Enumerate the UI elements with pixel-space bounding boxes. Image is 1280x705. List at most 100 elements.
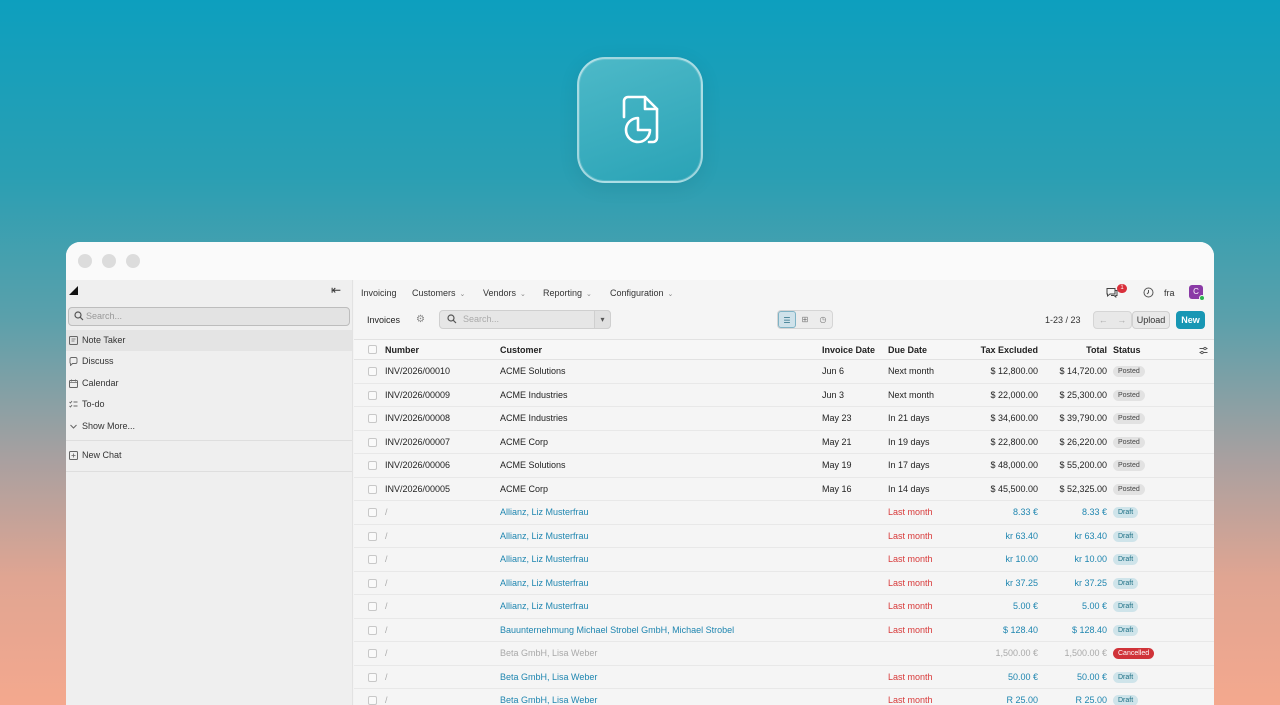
sidebar-item-note-taker[interactable]: Note Taker bbox=[66, 330, 352, 351]
sidebar-item-to-do[interactable]: To-do bbox=[66, 394, 352, 415]
new-button[interactable]: New bbox=[1176, 311, 1205, 329]
upload-button[interactable]: Upload bbox=[1132, 311, 1170, 329]
cell-number: / bbox=[385, 577, 388, 588]
status-badge: Draft bbox=[1113, 671, 1139, 683]
cell-tax-excluded: 1,500.00 € bbox=[995, 648, 1038, 658]
status-badge: Draft bbox=[1113, 577, 1139, 589]
menu-vendors[interactable]: Vendors ⌄ bbox=[483, 288, 526, 298]
cell-customer: ACME Corp bbox=[500, 483, 549, 494]
menu-configuration[interactable]: Configuration ⌄ bbox=[610, 288, 673, 298]
column-header-total[interactable]: Total bbox=[1038, 340, 1107, 361]
row-checkbox[interactable] bbox=[368, 437, 377, 447]
main-content: Invoicing Customers ⌄ Vendors ⌄ Reporting ⌄… bbox=[354, 280, 1214, 705]
cell-tax-excluded: kr 10.00 bbox=[1005, 554, 1038, 564]
list-view-icon[interactable]: ☰ bbox=[778, 311, 796, 328]
select-all-checkbox[interactable] bbox=[368, 345, 377, 354]
table-row[interactable]: INV/2026/00005 ACME Corp May 16 In 14 days $… bbox=[354, 478, 1214, 501]
cell-number: / bbox=[385, 695, 388, 705]
cell-number: / bbox=[385, 648, 388, 658]
sidebar-item-discuss[interactable]: Discuss bbox=[66, 351, 352, 372]
table-row[interactable]: / Allianz, Liz Musterfrau Last month 5.00 €… bbox=[354, 595, 1214, 619]
window-maximize-button[interactable] bbox=[126, 254, 140, 268]
checklist-icon bbox=[69, 400, 78, 408]
search-icon bbox=[74, 311, 84, 321]
table-row[interactable]: / Allianz, Liz Musterfrau Last month kr 10.… bbox=[354, 548, 1214, 572]
cell-tax-excluded: $ 22,000.00 bbox=[990, 389, 1038, 400]
table-row[interactable]: / Allianz, Liz Musterfrau Last month kr 37.… bbox=[354, 572, 1214, 595]
row-checkbox[interactable] bbox=[368, 508, 377, 517]
gear-icon[interactable]: ⚙ bbox=[416, 314, 425, 325]
cell-tax-excluded: R 25.00 bbox=[1006, 695, 1038, 705]
row-checkbox[interactable] bbox=[368, 625, 377, 635]
search-input[interactable]: Search... ▾ bbox=[439, 310, 611, 329]
table-row[interactable]: / Allianz, Liz Musterfrau Last month kr 63.… bbox=[354, 525, 1214, 548]
pager-previous-icon[interactable]: ← bbox=[1099, 315, 1108, 325]
row-checkbox[interactable] bbox=[368, 649, 377, 658]
table-row[interactable]: / Allianz, Liz Musterfrau Last month 8.33 €… bbox=[354, 501, 1214, 525]
row-checkbox[interactable] bbox=[368, 672, 377, 682]
menu-label: Invoicing bbox=[361, 288, 397, 298]
cell-customer: ACME Solutions bbox=[500, 460, 566, 470]
status-badge: Draft bbox=[1113, 507, 1139, 518]
cell-number: INV/2026/00006 bbox=[385, 460, 451, 470]
row-checkbox[interactable] bbox=[368, 367, 377, 376]
row-checkbox[interactable] bbox=[368, 484, 377, 494]
cell-number: / bbox=[385, 601, 388, 611]
column-header-due-date[interactable]: Due Date bbox=[888, 340, 927, 361]
column-header-invoice-date[interactable]: Invoice Date bbox=[822, 340, 875, 361]
table-row[interactable]: / Beta GmbH, Lisa Weber Last month R 25.00 R… bbox=[354, 689, 1214, 705]
sidebar-search-input[interactable]: Search... bbox=[68, 307, 350, 326]
row-checkbox[interactable] bbox=[368, 414, 377, 423]
column-header-status[interactable]: Status bbox=[1113, 340, 1141, 361]
table-row[interactable]: INV/2026/00009 ACME Industries Jun 3 Next m… bbox=[354, 384, 1214, 407]
cell-due-date: Last month bbox=[888, 624, 933, 635]
search-options-toggle[interactable]: ▾ bbox=[594, 310, 611, 329]
cell-customer: Allianz, Liz Musterfrau bbox=[500, 554, 589, 564]
sidebar: ⇤ Search... Note Taker Discuss Calendar … bbox=[66, 280, 353, 705]
pivot-view-icon[interactable]: ⊞ bbox=[796, 311, 814, 328]
cell-tax-excluded: $ 34,600.00 bbox=[990, 413, 1038, 423]
window-close-button[interactable] bbox=[78, 254, 92, 268]
optional-columns-icon[interactable] bbox=[1199, 346, 1208, 355]
table-row[interactable]: INV/2026/00007 ACME Corp May 21 In 19 days $… bbox=[354, 431, 1214, 454]
table-row[interactable]: / Beta GmbH, Lisa Weber 1,500.00 € 1,500.00… bbox=[354, 642, 1214, 666]
sidebar-item-show-more[interactable]: Show More... bbox=[66, 416, 352, 437]
company-switcher[interactable]: fra bbox=[1164, 288, 1175, 298]
cell-due-date: Last month bbox=[888, 507, 933, 517]
app-window: ⇤ Search... Note Taker Discuss Calendar … bbox=[66, 242, 1214, 705]
table-row[interactable]: / Bauunternehmung Michael Strobel GmbH, M… bbox=[354, 619, 1214, 642]
row-checkbox[interactable] bbox=[368, 696, 377, 705]
row-checkbox[interactable] bbox=[368, 390, 377, 400]
row-checkbox[interactable] bbox=[368, 531, 377, 541]
new-chat-button[interactable]: New Chat bbox=[66, 445, 352, 466]
table-row[interactable]: / Beta GmbH, Lisa Weber Last month 50.00 € 5… bbox=[354, 666, 1214, 689]
pager-value[interactable]: 1-23 / 23 bbox=[1045, 315, 1081, 325]
column-header-tax-excluded[interactable]: Tax Excluded bbox=[958, 340, 1038, 361]
sidebar-item-calendar[interactable]: Calendar bbox=[66, 373, 352, 394]
row-checkbox[interactable] bbox=[368, 602, 377, 611]
column-header-customer[interactable]: Customer bbox=[500, 340, 542, 361]
pager-next-icon[interactable]: → bbox=[1117, 315, 1126, 325]
cell-tax-excluded: $ 128.40 bbox=[1002, 624, 1038, 635]
cell-number: / bbox=[385, 530, 388, 541]
table-row[interactable]: INV/2026/00008 ACME Industries May 23 In 21… bbox=[354, 407, 1214, 431]
menu-customers[interactable]: Customers ⌄ bbox=[412, 288, 465, 298]
column-header-number[interactable]: Number bbox=[385, 340, 419, 361]
menu-invoicing[interactable]: Invoicing bbox=[361, 288, 397, 298]
chevron-down-icon: ⌄ bbox=[586, 291, 592, 298]
table-row[interactable]: INV/2026/00006 ACME Solutions May 19 In 17 … bbox=[354, 454, 1214, 478]
collapse-sidebar-icon[interactable]: ⇤ bbox=[331, 283, 341, 297]
search-icon bbox=[447, 314, 457, 324]
window-minimize-button[interactable] bbox=[102, 254, 116, 268]
status-badge: Posted bbox=[1113, 460, 1145, 471]
activity-clock-icon[interactable] bbox=[1143, 287, 1154, 298]
menu-reporting[interactable]: Reporting ⌄ bbox=[543, 288, 592, 298]
row-checkbox[interactable] bbox=[368, 555, 377, 564]
table-row[interactable]: INV/2026/00010 ACME Solutions Jun 6 Next mo… bbox=[354, 360, 1214, 384]
chevron-down-icon: ⌄ bbox=[459, 291, 466, 298]
chat-bubble-icon bbox=[69, 357, 78, 366]
status-badge: Draft bbox=[1113, 530, 1139, 542]
row-checkbox[interactable] bbox=[368, 461, 377, 470]
row-checkbox[interactable] bbox=[368, 578, 377, 588]
activity-view-icon[interactable]: ◷ bbox=[814, 311, 832, 328]
